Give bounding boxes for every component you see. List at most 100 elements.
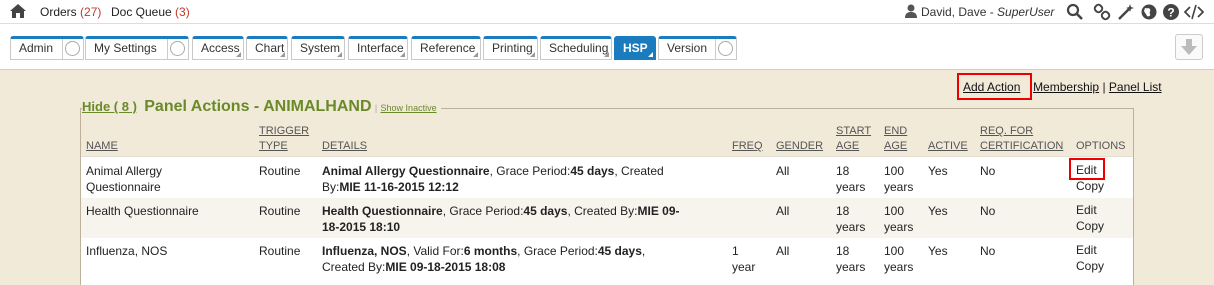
search-icon[interactable] [1066, 3, 1084, 21]
detail-created: 18-2015 18:10 [322, 220, 401, 234]
copy-link[interactable]: Copy [1076, 179, 1104, 193]
start-age-unit: years [836, 220, 866, 234]
row-gender: All [776, 164, 790, 178]
tab-my-settings[interactable]: My Settings [85, 36, 189, 60]
freq-unit: year [732, 260, 756, 274]
external-link-icon[interactable] [65, 41, 80, 56]
tab-corner-icon [530, 52, 535, 57]
action-links: Add Action Membership | Panel List [963, 80, 1162, 94]
row-name-line2: Questionnaire [86, 180, 161, 194]
col-header-trigger-type[interactable]: TRIGGER TYPE [259, 124, 309, 154]
detail-text: , [641, 244, 646, 258]
detail-text: , Grace Period: [517, 244, 598, 258]
detail-text: , Created By: [567, 204, 638, 218]
tab-corner-icon [236, 52, 241, 57]
col-header-end-line1: END [884, 125, 908, 137]
end-age-value: 100 [884, 244, 905, 258]
detail-text: , Grace Period: [489, 164, 571, 178]
tab-corner-icon [337, 52, 342, 57]
doc-queue-link[interactable]: Doc Queue (3) [111, 5, 190, 19]
col-header-req-certification[interactable]: REQ. FOR CERTIFICATION [980, 124, 1063, 154]
end-age-unit: years [884, 220, 914, 234]
row-details: Animal Allergy Questionnaire, Grace Peri… [322, 163, 722, 195]
detail-valid-for: 6 months [463, 244, 518, 258]
external-link-icon[interactable] [170, 41, 185, 56]
code-icon[interactable] [1184, 3, 1204, 21]
external-link-icon[interactable] [718, 41, 733, 56]
detail-created: MIE 09-18-2015 18:08 [385, 260, 506, 274]
tab-corner-icon [280, 52, 285, 57]
detail-grace-period: 45 days [523, 204, 568, 218]
tab-hsp[interactable]: HSP [614, 36, 656, 60]
hide-link[interactable]: Hide ( 8 ) [82, 99, 137, 114]
download-arrow-icon [1181, 39, 1197, 55]
row-details: Influenza, NOS, Valid For:6 months, Grac… [322, 243, 722, 275]
copy-link[interactable]: Copy [1076, 259, 1104, 273]
tab-my-settings-label: My Settings [94, 41, 157, 55]
col-header-name[interactable]: NAME [86, 139, 118, 154]
orders-link[interactable]: Orders (27) [40, 5, 101, 19]
detail-text: , Created [614, 164, 664, 178]
user-name: David, Dave [921, 5, 987, 19]
tab-reference[interactable]: Reference [411, 36, 481, 60]
col-header-req-line2: CERTIFICATION [980, 140, 1064, 152]
download-button[interactable] [1175, 34, 1203, 60]
col-header-end-age[interactable]: END AGE [884, 124, 907, 154]
row-name: Health Questionnaire [86, 204, 199, 218]
col-header-details[interactable]: DETAILS [322, 139, 367, 154]
tab-admin[interactable]: Admin [10, 36, 84, 60]
show-inactive-link[interactable]: Show Inactive [381, 103, 437, 113]
doc-queue-label: Doc Queue [111, 5, 172, 19]
end-age-value: 100 [884, 164, 905, 178]
panel-list-link[interactable]: Panel List [1109, 80, 1162, 94]
col-header-gender[interactable]: GENDER [776, 139, 823, 154]
tab-scheduling-label: Scheduling [549, 41, 609, 55]
col-header-active[interactable]: ACTIVE [928, 139, 968, 154]
link-icon[interactable] [1093, 3, 1111, 21]
doc-queue-count: (3) [175, 5, 190, 19]
user-role: SuperUser [997, 5, 1055, 19]
user-display[interactable]: David, Dave - SuperUser [921, 5, 1054, 19]
tab-corner-icon [648, 52, 653, 57]
tab-access[interactable]: Access [192, 36, 244, 60]
col-header-req-line1: REQ. FOR [980, 125, 1034, 137]
row-trigger: Routine [259, 204, 301, 218]
copy-link[interactable]: Copy [1076, 219, 1104, 233]
row-trigger: Routine [259, 164, 301, 178]
col-header-start-line2: AGE [836, 140, 860, 152]
tab-system[interactable]: System [291, 36, 345, 60]
help-icon[interactable]: ? [1162, 3, 1180, 21]
edit-link[interactable]: Edit [1076, 243, 1097, 257]
tab-scheduling[interactable]: Scheduling [540, 36, 612, 60]
tab-interface[interactable]: Interface [348, 36, 408, 60]
row-gender: All [776, 204, 790, 218]
end-age-value: 100 [884, 204, 905, 218]
tab-version-label: Version [667, 41, 708, 55]
membership-link[interactable]: Membership [1033, 80, 1099, 94]
row-req-cert: No [980, 244, 996, 258]
tab-chart[interactable]: Chart [246, 36, 288, 60]
orders-label: Orders [40, 5, 77, 19]
row-name: Animal Allergy Questionnaire [86, 163, 162, 195]
detail-text: , Valid For: [406, 244, 464, 258]
tab-corner-icon [400, 52, 405, 57]
edit-link[interactable]: Edit [1076, 203, 1097, 217]
home-icon[interactable] [10, 4, 26, 18]
col-header-freq[interactable]: FREQ [732, 139, 763, 154]
tab-system-label: System [300, 41, 341, 55]
row-name-line1: Animal Allergy [86, 164, 163, 178]
top-bar: Orders (27) Doc Queue (3) David, Dave - … [0, 0, 1214, 24]
tab-printing-label: Printing [492, 41, 533, 55]
tab-reference-label: Reference [420, 41, 476, 55]
row-name: Influenza, NOS [86, 244, 168, 258]
col-header-start-age[interactable]: START AGE [836, 124, 871, 154]
globe-icon[interactable] [1140, 3, 1158, 21]
tab-version[interactable]: Version [658, 36, 737, 60]
edit-link[interactable]: Edit [1076, 163, 1097, 177]
magic-wand-icon[interactable] [1117, 3, 1135, 21]
row-trigger: Routine [259, 244, 301, 258]
add-action-link[interactable]: Add Action [963, 80, 1020, 94]
freq-value: 1 [732, 244, 739, 258]
tab-printing[interactable]: Printing [483, 36, 538, 60]
col-header-end-line2: AGE [884, 140, 908, 152]
